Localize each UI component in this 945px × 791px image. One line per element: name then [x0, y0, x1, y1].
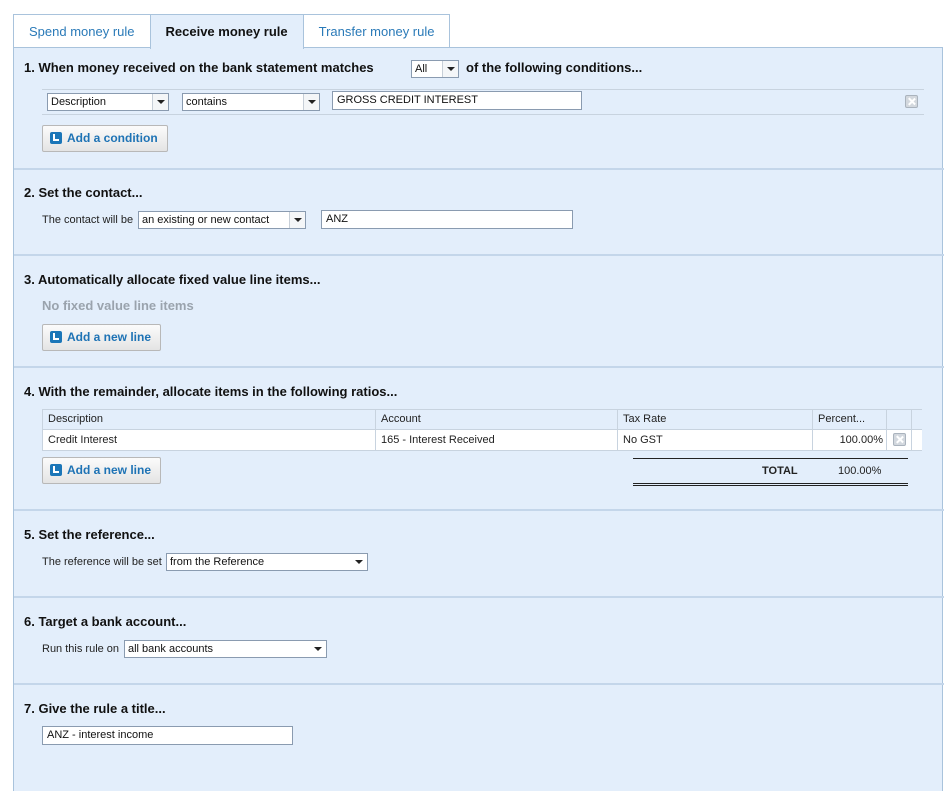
- contact-input-text: ANZ: [326, 213, 348, 225]
- chevron-down-icon: [289, 212, 305, 228]
- rule-panel: 1. When money received on the bank state…: [13, 47, 944, 791]
- row-percent[interactable]: 100.00%: [812, 430, 886, 450]
- total-label: TOTAL: [762, 465, 798, 477]
- divider-5: [14, 596, 944, 598]
- add-condition-label: Add a condition: [67, 131, 158, 145]
- add-ratio-line-button[interactable]: Add a new line: [42, 457, 162, 484]
- condition-value-text: GROSS CREDIT INTEREST: [337, 94, 478, 106]
- remove-line-icon[interactable]: [893, 433, 906, 446]
- rule-type-tabs: Spend money rule Receive money rule Tran…: [13, 14, 451, 49]
- divider-3: [14, 366, 944, 368]
- table-top-line: [42, 409, 922, 410]
- chevron-down-icon: [152, 94, 168, 110]
- column-header-account: Account: [381, 413, 421, 425]
- column-header-tax-rate: Tax Rate: [623, 413, 667, 425]
- add-fixed-line-label: Add a new line: [67, 330, 152, 344]
- rule-title-input[interactable]: ANZ - interest income: [42, 726, 293, 745]
- table-col-line: [886, 409, 887, 451]
- contact-input[interactable]: ANZ: [321, 210, 573, 229]
- bank-account-select[interactable]: all bank accounts: [124, 640, 327, 658]
- condition-field-select[interactable]: Description: [47, 93, 169, 111]
- divider-2: [14, 254, 944, 256]
- rule-title-text: ANZ - interest income: [47, 729, 154, 741]
- condition-operator-value: contains: [186, 96, 227, 108]
- reference-value: from the Reference: [170, 556, 265, 568]
- chevron-down-icon: [351, 554, 367, 570]
- section1-heading-pre: 1. When money received on the bank state…: [24, 60, 374, 75]
- section2-heading: 2. Set the contact...: [24, 185, 143, 200]
- reference-label: The reference will be set: [42, 556, 162, 568]
- total-top-rule: [633, 458, 908, 459]
- condition-top-line: [42, 89, 924, 90]
- section3-heading: 3. Automatically allocate fixed value li…: [24, 272, 321, 287]
- add-icon: [50, 132, 62, 144]
- contact-type-value: an existing or new contact: [142, 214, 270, 226]
- match-all-value: All: [415, 63, 428, 75]
- condition-value-input[interactable]: GROSS CREDIT INTEREST: [332, 91, 582, 110]
- bank-account-value: all bank accounts: [128, 643, 213, 655]
- section1-heading: 1. When money received on the bank state…: [24, 60, 374, 75]
- no-fixed-lines-text: No fixed value line items: [42, 298, 194, 313]
- divider-6: [14, 683, 944, 685]
- tab-transfer-money-rule[interactable]: Transfer money rule: [302, 14, 451, 48]
- row-description[interactable]: Credit Interest: [42, 430, 117, 450]
- divider-1: [14, 168, 944, 170]
- column-header-description: Description: [48, 413, 104, 425]
- contact-label: The contact will be: [42, 214, 134, 226]
- section4-heading: 4. With the remainder, allocate items in…: [24, 384, 398, 399]
- condition-field-value: Description: [51, 96, 107, 108]
- chevron-down-icon: [310, 641, 326, 657]
- match-all-select[interactable]: All: [411, 60, 459, 78]
- divider-4: [14, 509, 944, 511]
- bank-account-label: Run this rule on: [42, 643, 120, 655]
- add-condition-button[interactable]: Add a condition: [42, 125, 168, 152]
- chevron-down-icon: [303, 94, 319, 110]
- remove-condition-icon[interactable]: [905, 95, 918, 108]
- chevron-down-icon: [442, 61, 458, 77]
- tab-spend-money-rule[interactable]: Spend money rule: [13, 14, 151, 48]
- tab-receive-money-rule[interactable]: Receive money rule: [149, 14, 304, 49]
- table-right-line: [911, 409, 912, 451]
- add-ratio-line-label: Add a new line: [67, 463, 152, 477]
- add-icon: [50, 464, 62, 476]
- section6-heading: 6. Target a bank account...: [24, 614, 187, 629]
- condition-bottom-line: [42, 114, 924, 115]
- contact-type-select[interactable]: an existing or new contact: [138, 211, 306, 229]
- add-icon: [50, 331, 62, 343]
- column-header-percent: Percent...: [818, 413, 866, 425]
- row-tax-rate[interactable]: No GST: [617, 430, 663, 450]
- reference-select[interactable]: from the Reference: [166, 553, 368, 571]
- total-value: 100.00%: [838, 465, 882, 477]
- condition-operator-select[interactable]: contains: [182, 93, 320, 111]
- section7-heading: 7. Give the rule a title...: [24, 701, 166, 716]
- row-account[interactable]: 165 - Interest Received: [375, 430, 495, 450]
- section1-heading-post: of the following conditions...: [466, 60, 643, 75]
- add-fixed-line-button[interactable]: Add a new line: [42, 324, 162, 351]
- section5-heading: 5. Set the reference...: [24, 527, 155, 542]
- total-bottom-rule: [633, 483, 908, 486]
- table-bottom-line: [42, 450, 922, 451]
